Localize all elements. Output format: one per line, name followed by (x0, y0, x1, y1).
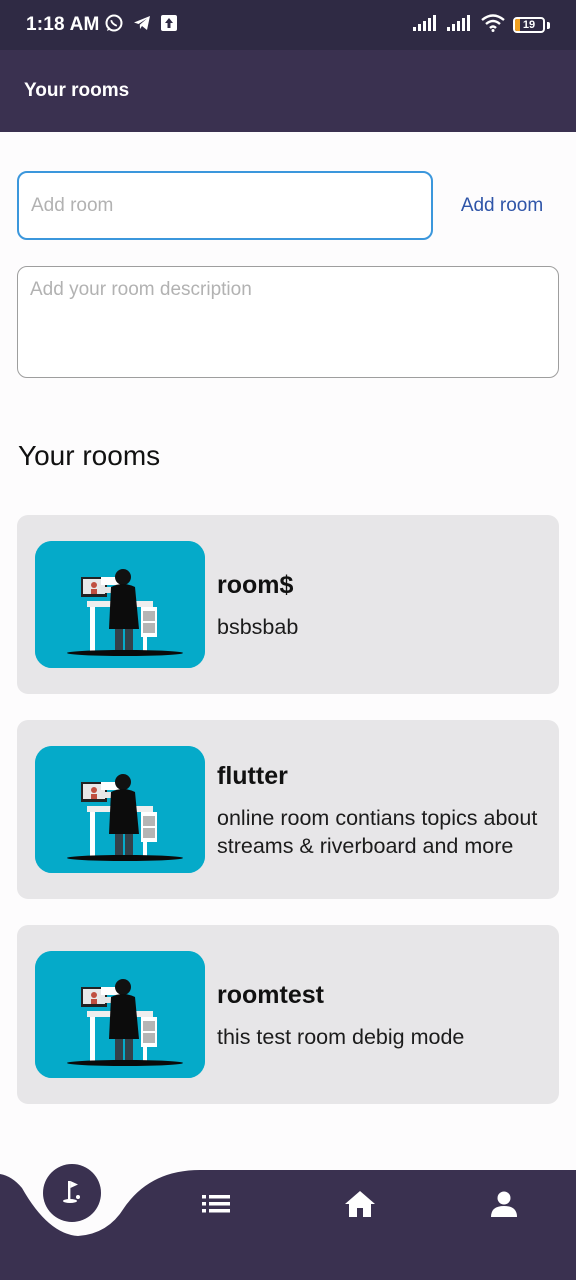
room-thumbnail (35, 951, 205, 1078)
room-name: roomtest (217, 981, 324, 1009)
room-name-input[interactable] (17, 171, 433, 240)
signal-icon (447, 14, 473, 36)
section-title: Your rooms (18, 440, 161, 471)
room-card[interactable]: roomtest this test room debig mode (17, 925, 559, 1104)
list-nav-button[interactable] (196, 1186, 236, 1226)
room-description-input[interactable] (17, 266, 559, 378)
profile-nav-button[interactable] (484, 1186, 524, 1226)
room-thumbnail (35, 746, 205, 873)
person-icon (490, 1190, 518, 1223)
golf-nav-button[interactable] (43, 1164, 101, 1222)
room-description: this test room debig mode (217, 1025, 465, 1049)
room-card[interactable]: flutter online room contians topics abou… (17, 720, 559, 899)
page-title: Your rooms (24, 80, 130, 101)
telegram-icon (132, 13, 152, 38)
app-bar: Your rooms (0, 50, 576, 132)
status-time: 1:18 AM (26, 14, 100, 35)
room-name: flutter (217, 762, 288, 790)
signal-icon (413, 14, 439, 36)
list-icon (201, 1193, 231, 1220)
status-bar: 1:18 AM 19 (0, 0, 576, 50)
add-room-button[interactable]: Add room (445, 185, 559, 227)
golf-icon (57, 1176, 87, 1211)
wifi-icon (481, 13, 505, 37)
home-nav-button[interactable] (340, 1186, 380, 1226)
room-card[interactable]: room$ bsbsbab (17, 515, 559, 694)
home-icon (344, 1189, 376, 1224)
room-description: bsbsbab (217, 615, 299, 639)
room-description: online room contians topics about stream… (217, 806, 538, 858)
room-thumbnail (35, 541, 205, 668)
battery-icon: 19 (513, 17, 545, 33)
room-name: room$ (217, 571, 294, 599)
upload-icon (160, 14, 178, 37)
whatsapp-icon (104, 13, 124, 38)
